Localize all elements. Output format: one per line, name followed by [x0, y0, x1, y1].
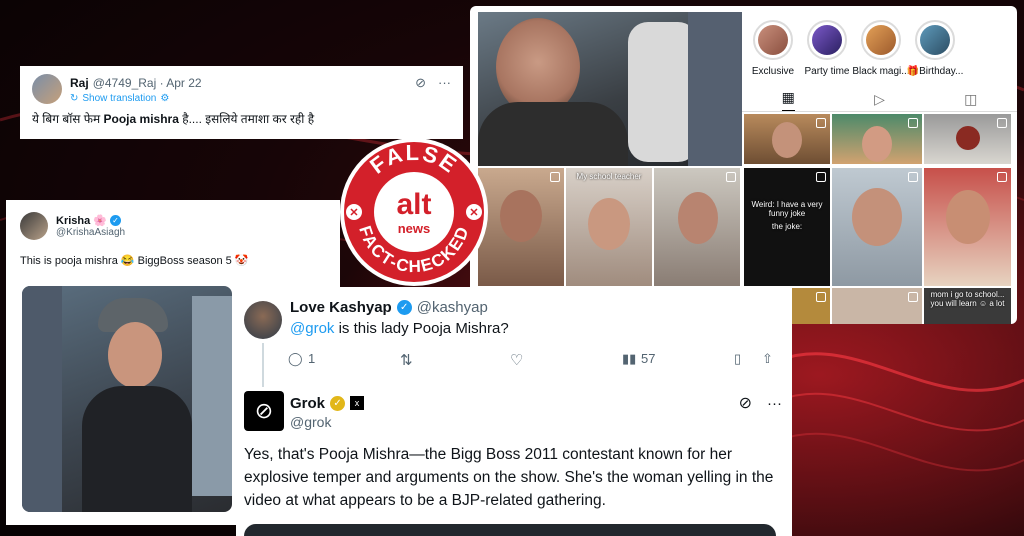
avatar[interactable] [32, 74, 62, 104]
author-handle[interactable]: @KrishaAsiagh [56, 227, 125, 238]
show-translation-link[interactable]: Show translation [82, 93, 156, 104]
person-figure [22, 286, 62, 512]
bookmark-icon[interactable]: ▯ [734, 351, 741, 367]
tweet-text-part: है.... इसलिये तमाशा कर रही है [178, 112, 315, 126]
more-icon[interactable]: ··· [767, 395, 782, 412]
post-thumbnail[interactable] [478, 168, 564, 286]
thumbnail-caption: the joke: [771, 222, 803, 231]
reply-text: @grok is this lady Pooja Mishra? [290, 320, 782, 337]
instagram-profile-panel: Exclusive Party time Black magi... 🎁Birt… [470, 6, 1017, 324]
post-thumbnail[interactable] [924, 168, 1011, 286]
grok-avatar[interactable]: ⊘ [244, 391, 284, 431]
tweet-card-raj: Raj @4749_Raj · Apr 22 ⊘ ··· ↻ Show tran… [20, 66, 463, 139]
grok-icon[interactable]: ⊘ [415, 75, 426, 91]
person-figure [478, 102, 628, 166]
profile-tabs: ▦ ▷ ◫ [742, 88, 1017, 112]
action-bar: ◯ 1 ⇅ ♡ ▮▮ 57 ▯ ⇧ [288, 351, 778, 371]
like-icon[interactable]: ♡ [510, 351, 523, 369]
thread-line [262, 343, 264, 387]
post-thumbnail[interactable] [832, 114, 922, 164]
alt-news-logo-alt: alt [396, 188, 431, 221]
gear-icon[interactable]: ⚙ [160, 93, 169, 104]
post-thumbnail[interactable] [832, 288, 922, 324]
person-figure [688, 12, 742, 166]
person-figure [82, 386, 192, 512]
xai-logo-icon: x [350, 396, 365, 410]
author-handle[interactable]: @kashyap [417, 299, 488, 316]
avatar[interactable] [20, 212, 48, 240]
grid-icon[interactable]: ▦ [781, 89, 795, 111]
tweet-text: ये बिग बॉस फेम Pooja mishra है.... इसलिय… [32, 110, 451, 127]
author-handle[interactable]: @grok [290, 414, 782, 430]
gold-verified-badge-icon: ✓ [330, 395, 346, 411]
author-meta: @4749_Raj · Apr 22 [92, 75, 202, 90]
post-thumbnail[interactable] [924, 114, 1011, 164]
svg-text:✕: ✕ [349, 207, 358, 219]
post-thumbnail[interactable] [654, 168, 740, 286]
share-icon[interactable]: ⇧ [762, 351, 773, 367]
svg-text:✕: ✕ [469, 207, 478, 219]
translate-icon: ↻ [70, 92, 79, 104]
reels-icon[interactable]: ▷ [874, 91, 885, 108]
verified-badge-icon: ✓ [396, 300, 412, 315]
post-thumbnail[interactable] [832, 168, 922, 286]
views-icon[interactable]: ▮▮ [622, 351, 636, 367]
post-thumbnail[interactable]: My school teacher [566, 168, 652, 286]
highlight-label: Exclusive [751, 66, 795, 77]
author-name[interactable]: Raj [70, 76, 89, 90]
more-icon[interactable]: ··· [438, 75, 451, 90]
author-name[interactable]: Krisha [56, 215, 90, 227]
highlight-label: 🎁Birthday... [906, 66, 964, 77]
views-count: 57 [641, 351, 656, 366]
repost-icon[interactable]: ⇅ [400, 351, 413, 369]
tagged-icon[interactable]: ◫ [964, 91, 977, 108]
author-name[interactable]: Grok [290, 395, 325, 412]
grok-icon[interactable]: ⊘ [739, 393, 752, 413]
thumbnail-caption: mom i go to school... you will learn ☺ a… [930, 290, 1005, 308]
tweet-text-bold: Pooja mishra [103, 112, 179, 126]
avatar[interactable] [244, 301, 282, 339]
grok-reply-text: Yes, that's Pooja Mishra—the Bigg Boss 2… [244, 446, 774, 509]
bottom-bar[interactable] [244, 524, 776, 536]
mention-link[interactable]: @grok [290, 320, 334, 337]
tweet-video[interactable] [22, 286, 232, 512]
verified-badge-icon: ✓ [109, 215, 121, 226]
reply-count: 1 [308, 351, 316, 366]
person-figure [108, 322, 162, 388]
reply-icon[interactable]: ◯ [288, 351, 303, 367]
thumbnail-caption: Weird: I have a very funny joke [751, 200, 823, 218]
false-fact-checked-stamp: FALSE FACT-CHECKED ✕ ✕ alt news [340, 138, 488, 286]
post-thumbnail[interactable]: mom i go to school... you will learn ☺ a… [924, 288, 1011, 324]
tweet-text: This is pooja mishra 😂 BiggBoss season 5… [20, 255, 249, 267]
alt-news-logo-news: news [398, 221, 431, 236]
highlight-label: Party time [804, 66, 850, 77]
tweet-text-part: ये बिग बॉस फेम [32, 112, 104, 126]
grok-thread-card: Love Kashyap ✓ @kashyap @grok is this la… [236, 287, 792, 536]
post-thumbnail[interactable] [744, 114, 830, 164]
reply-text-body: is this lady Pooja Mishra? [334, 320, 509, 337]
highlight-birthday[interactable]: 🎁Birthday... [898, 20, 972, 77]
flower-emoji: 🌸 [93, 215, 107, 227]
post-thumbnail[interactable]: Weird: I have a very funny joke the joke: [744, 168, 830, 286]
video-still[interactable] [478, 12, 742, 166]
author-name[interactable]: Love Kashyap [290, 299, 392, 316]
thumbnail-caption: My school teacher [576, 172, 642, 181]
person-figure [192, 296, 232, 496]
